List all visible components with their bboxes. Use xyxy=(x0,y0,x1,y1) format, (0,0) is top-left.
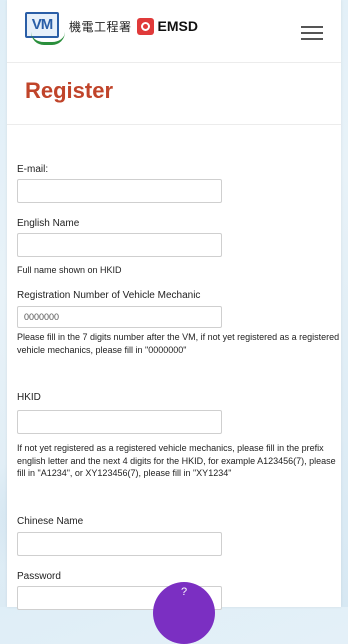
hamburger-menu-icon[interactable] xyxy=(301,26,323,40)
password-label: Password xyxy=(17,571,61,582)
hkid-label: HKID xyxy=(17,392,41,403)
title-bar: Register xyxy=(7,62,341,125)
registration-number-label: Registration Number of Vehicle Mechanic xyxy=(17,290,201,301)
chinese-name-field[interactable] xyxy=(17,532,222,556)
hkid-field[interactable] xyxy=(17,410,222,434)
page-title: Register xyxy=(25,78,114,103)
email-label: E-mail: xyxy=(17,164,49,175)
hkid-hint: If not yet registered as a registered ve… xyxy=(17,443,336,478)
email-field[interactable] xyxy=(17,179,222,203)
english-name-label: English Name xyxy=(17,218,80,229)
vm-logo-icon: VM xyxy=(25,12,65,45)
emsd-emblem-icon xyxy=(136,17,154,35)
department-name-english: EMSD xyxy=(157,18,198,34)
english-name-field[interactable] xyxy=(17,233,222,257)
floating-action-button[interactable]: ? xyxy=(153,582,215,644)
department-name-chinese: 機電工程署 xyxy=(69,19,132,34)
english-name-hint: Full name shown on HKID xyxy=(17,265,122,275)
site-header: VM 機電工程署 EMSD xyxy=(7,0,341,63)
chinese-name-label: Chinese Name xyxy=(17,516,84,527)
emsd-logo[interactable]: VM 機電工程署 EMSD xyxy=(25,12,198,45)
registration-number-hint: Please fill in the 7 digits number after… xyxy=(17,332,340,355)
registration-number-field[interactable] xyxy=(17,306,222,328)
help-icon: ? xyxy=(180,586,188,598)
register-page: VM 機電工程署 EMSD Register E-mail: English N… xyxy=(7,0,341,644)
